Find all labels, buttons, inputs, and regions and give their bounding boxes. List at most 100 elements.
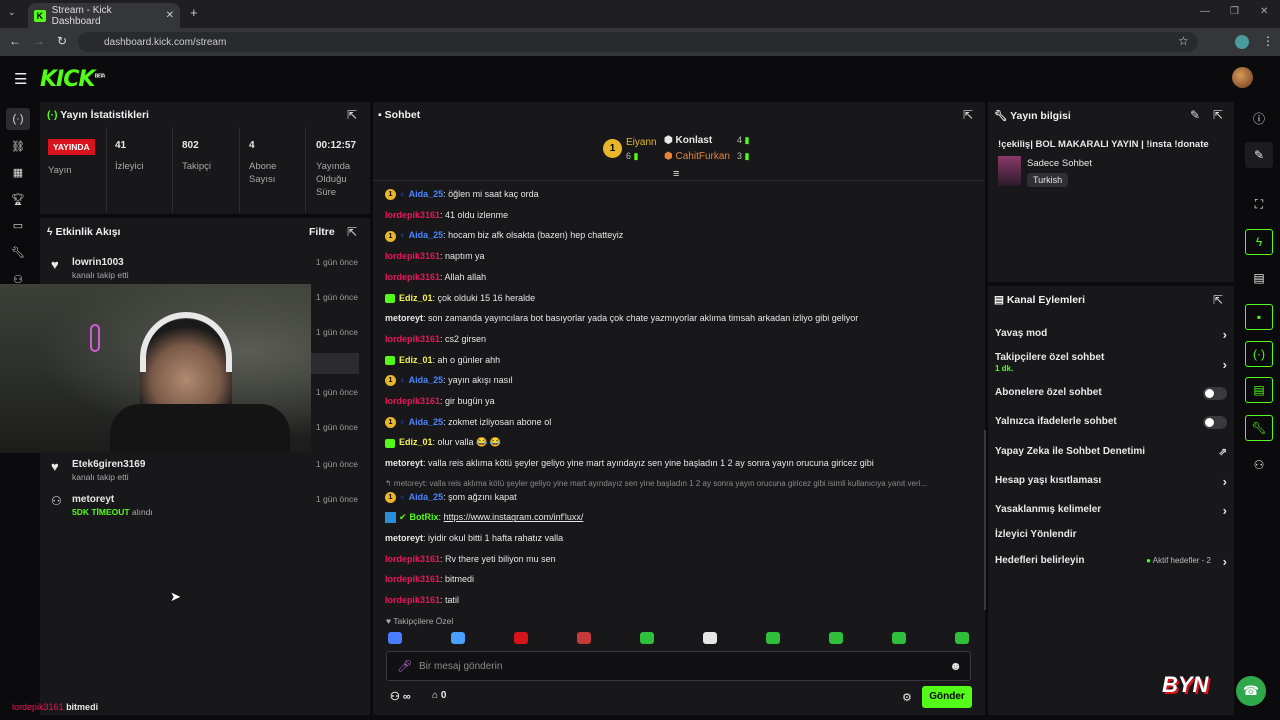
profile-avatar[interactable]: [1235, 35, 1249, 49]
nav-media-icon[interactable]: ▭: [6, 214, 30, 236]
chat-username[interactable]: lordepik3161: [385, 574, 440, 584]
chat-toolbar-icon[interactable]: ▪: [1245, 304, 1273, 330]
quick-actions-icon[interactable]: ϟ: [1245, 229, 1273, 255]
emote-icon[interactable]: [829, 632, 843, 644]
chat-input-placeholder: Bir mesaj gönderin: [419, 661, 503, 672]
chat-username[interactable]: Ediz_01: [399, 293, 433, 303]
mic-icon[interactable]: 🎤︎: [397, 659, 412, 673]
chat-username[interactable]: Ediz_01: [399, 355, 433, 365]
emote-icon[interactable]: [766, 632, 780, 644]
chat-message: lordepik3161: cs2 girsen: [385, 333, 487, 344]
chat-username[interactable]: metoreyt: [385, 533, 423, 543]
gift-display[interactable]: ⌂ 0: [432, 690, 446, 701]
close-tab-icon[interactable]: ✕: [166, 10, 174, 21]
screenshot-icon[interactable]: ⛶: [1245, 191, 1273, 217]
chat-message-text[interactable]: https://www.instagram.com/inf'luxx/: [444, 512, 584, 522]
banned-words-row[interactable]: Yasaklanmış kelimeler ›: [995, 503, 1227, 518]
chat-username[interactable]: Aida_25: [409, 492, 444, 502]
chat-username[interactable]: lordepik3161: [385, 251, 440, 261]
nav-tools-icon[interactable]: 🔧︎: [6, 241, 30, 263]
browser-tab[interactable]: K Stream - Kick Dashboard ✕: [28, 3, 180, 28]
subs-label: Abone Sayısı: [249, 161, 277, 185]
actions-toolbar-icon[interactable]: ▤: [1245, 377, 1273, 403]
emote-icon[interactable]: [640, 632, 654, 644]
emote-only-toggle[interactable]: [1203, 416, 1227, 429]
chat-username[interactable]: Aida_25: [409, 230, 444, 240]
body: [110, 404, 290, 453]
chat-username[interactable]: metoreyt: [385, 458, 423, 468]
reload-icon[interactable]: ↻: [57, 34, 67, 48]
subscribers-only-toggle[interactable]: [1203, 387, 1227, 400]
maximize-icon[interactable]: ❐: [1230, 6, 1239, 17]
subs-value: 4: [249, 140, 255, 151]
nav-analytics-icon[interactable]: ▦: [6, 161, 30, 183]
account-age-row[interactable]: Hesap yaşı kısıtlaması ›: [995, 474, 1227, 489]
edit-icon[interactable]: ✎: [1245, 142, 1273, 168]
chat-username[interactable]: Ediz_01: [399, 437, 433, 447]
forward-icon[interactable]: →: [33, 34, 45, 48]
emote-icon[interactable]: [955, 632, 969, 644]
chat-settings-icon[interactable]: ⚙: [902, 691, 912, 704]
chat-username[interactable]: lordepik3161: [385, 595, 440, 605]
chat-username[interactable]: Aida_25: [409, 189, 444, 199]
bookmark-star-icon[interactable]: ☆: [1178, 34, 1189, 48]
back-icon[interactable]: ←: [9, 34, 21, 48]
mouse-cursor: ➤: [170, 589, 181, 604]
emote-icon[interactable]: [451, 632, 465, 644]
minimize-icon[interactable]: —: [1200, 6, 1210, 17]
chat-username[interactable]: lordepik3161: [385, 396, 440, 406]
ai-moderation-row[interactable]: Yapay Zeka ile Sohbet Denetimi ⇗: [995, 446, 1227, 458]
new-tab-icon[interactable]: +: [190, 5, 198, 20]
stream-info-panel: [988, 102, 1234, 282]
tools-toolbar-icon[interactable]: 🔧︎: [1245, 415, 1273, 441]
chat-username[interactable]: lordepik3161: [385, 210, 440, 220]
chat-username[interactable]: lordepik3161: [385, 334, 440, 344]
activity-filter-button[interactable]: Filtre: [309, 226, 335, 238]
stream-info-popout-icon[interactable]: ⇱: [1213, 108, 1223, 122]
community-toolbar-icon[interactable]: ⚇: [1245, 452, 1273, 478]
url-input[interactable]: dashboard.kick.com/stream: [78, 32, 1198, 52]
chat-username[interactable]: Aida_25: [409, 417, 444, 427]
emote-icon[interactable]: [514, 632, 528, 644]
info-icon[interactable]: ⓘ: [1245, 105, 1273, 131]
emote-icon[interactable]: [892, 632, 906, 644]
chat-message: lordepik3161: naptım ya: [385, 251, 485, 262]
stream-title: !çekiliş| BOL MAKARALI YAYIN | !insta !d…: [998, 139, 1209, 150]
chat-popout-icon[interactable]: ⇱: [963, 108, 973, 122]
emote-icon[interactable]: [703, 632, 717, 644]
chat-username[interactable]: metoreyt: [385, 313, 423, 323]
channel-actions-popout-icon[interactable]: ⇱: [1213, 293, 1223, 307]
support-chat-icon[interactable]: ☎: [1236, 676, 1266, 706]
kick-logo[interactable]: KICKBETA: [40, 67, 106, 92]
nav-link-icon[interactable]: ⛓: [6, 135, 30, 157]
followers-only-row[interactable]: Takipçilere özel sohbet 1 dk. ›: [995, 352, 1227, 374]
tab-search-icon[interactable]: ⌄: [8, 7, 16, 18]
activity-popout-icon[interactable]: ⇱: [347, 225, 357, 239]
leaderboard-collapse-icon[interactable]: ≡: [673, 168, 679, 180]
points-display[interactable]: ⚇ ∞: [390, 690, 411, 703]
chat-username[interactable]: lordepik3161: [385, 272, 440, 282]
chat-input[interactable]: 🎤︎ Bir mesaj gönderin ☻: [386, 651, 971, 681]
user-avatar[interactable]: [1232, 67, 1253, 88]
activity-item: ♥ Etek6giren3169 kanalı takip etti 1 gün…: [51, 459, 358, 482]
notes-icon[interactable]: ▤: [1245, 265, 1273, 291]
emoji-picker-icon[interactable]: ☻: [949, 659, 962, 673]
chat-scrollbar[interactable]: [984, 430, 986, 610]
send-button[interactable]: Gönder: [922, 686, 972, 708]
slow-mode-row[interactable]: Yavaş mod ›: [995, 327, 1227, 342]
edit-stream-info-icon[interactable]: ✎: [1190, 108, 1200, 122]
nav-stream-icon[interactable]: (·): [6, 108, 30, 130]
raid-row[interactable]: İzleyici Yönlendir: [995, 529, 1227, 540]
emote-icon[interactable]: [388, 632, 402, 644]
chat-username[interactable]: BotRix: [410, 512, 439, 522]
menu-dots-icon[interactable]: ⋮: [1262, 34, 1274, 48]
emote-icon[interactable]: [577, 632, 591, 644]
goals-row[interactable]: Hedefleri belirleyin ● Aktif hedefler - 2…: [995, 554, 1227, 569]
nav-trophy-icon[interactable]: 🏆︎: [6, 188, 30, 210]
broadcast-toolbar-icon[interactable]: (·): [1245, 341, 1273, 367]
chat-username[interactable]: Aida_25: [409, 375, 444, 385]
chat-username[interactable]: lordepik3161: [385, 554, 440, 564]
hamburger-menu-icon[interactable]: ☰: [14, 70, 27, 88]
stats-popout-icon[interactable]: ⇱: [347, 108, 357, 122]
close-window-icon[interactable]: ✕: [1260, 6, 1268, 17]
